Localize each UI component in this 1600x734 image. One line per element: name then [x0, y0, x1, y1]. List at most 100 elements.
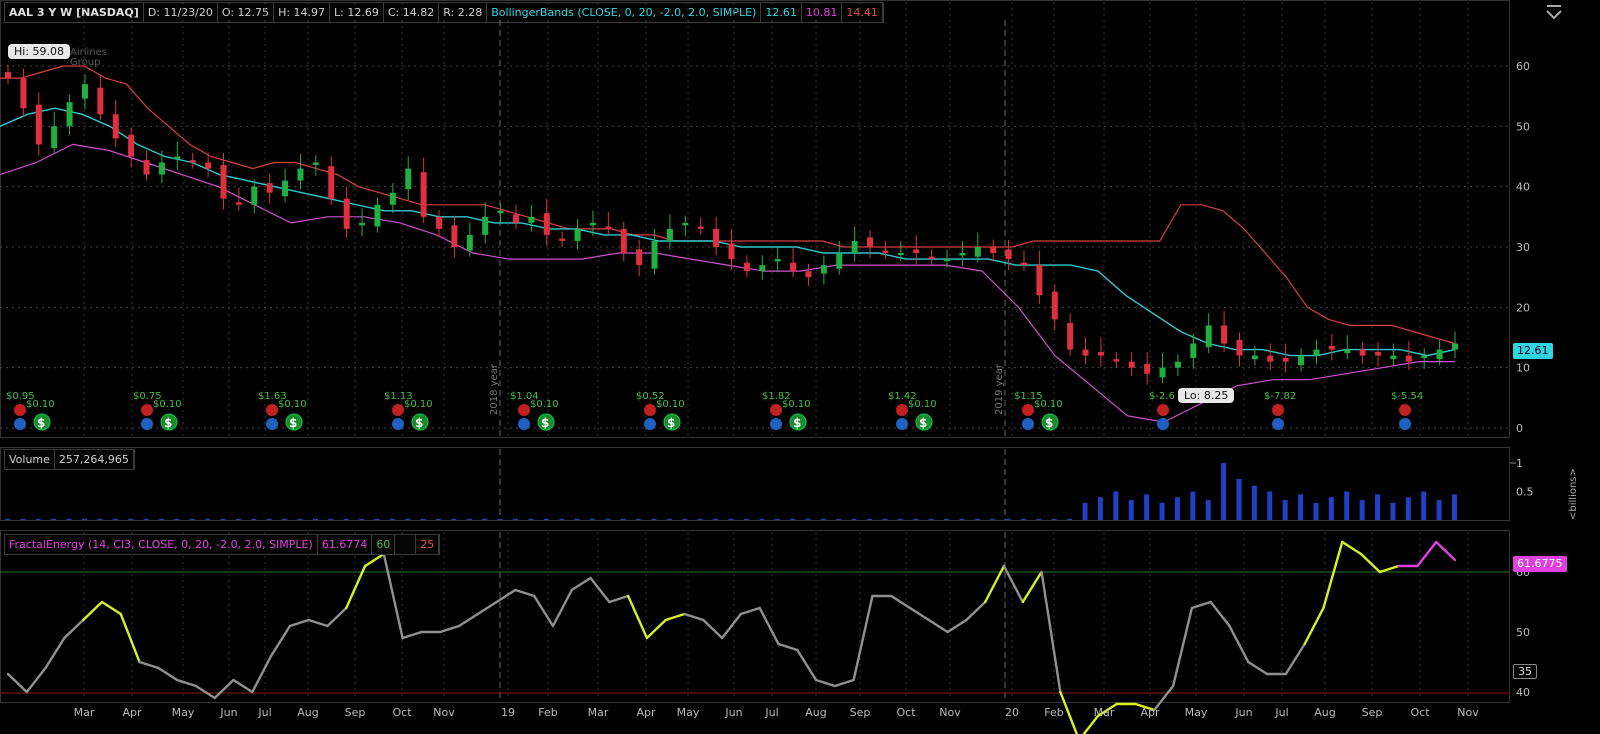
volume-bar: [189, 518, 195, 520]
x-tick-label: Mar: [1094, 706, 1115, 719]
x-tick-label: Jun: [1234, 706, 1252, 719]
fe-segment: [382, 552, 404, 640]
fe-segment: [1322, 540, 1344, 610]
fe-segment: [1303, 606, 1325, 646]
fe-segment: [138, 660, 160, 670]
volume-bar: [97, 518, 103, 520]
candle-body: [359, 222, 366, 226]
fe-segment: [307, 618, 329, 628]
volume-bar: [928, 518, 934, 520]
earnings-info-icon: [1157, 418, 1169, 430]
candle-body: [774, 259, 781, 262]
fe-study-label[interactable]: FractalEnergy (14, CI3, CLOSE, 0, 20, -2…: [5, 535, 318, 554]
candle-body: [589, 222, 596, 226]
volume-bar: [1190, 491, 1196, 520]
earnings-info-icon: [644, 418, 656, 430]
dividend-icon-glyph: $: [289, 416, 297, 430]
price-tick-label: 50: [1516, 120, 1530, 133]
volume-bar: [589, 518, 595, 520]
fe-segment: [1040, 570, 1062, 694]
volume-bar: [913, 518, 919, 520]
volume-bar: [1390, 502, 1396, 520]
fe-segment: [908, 606, 931, 622]
x-tick-label: Jul: [764, 706, 778, 719]
earnings-info-icon: [1022, 418, 1034, 430]
volume-bar: [1005, 518, 1011, 520]
x-tick-label: Sep: [1362, 706, 1383, 719]
volume-bar: [1144, 494, 1150, 520]
candle-body: [282, 180, 289, 197]
volume-bar: [81, 518, 87, 520]
fe-segment: [683, 612, 705, 622]
volume-bar: [1051, 518, 1057, 520]
volume-bar: [1159, 502, 1165, 520]
volume-bar: [1328, 497, 1334, 520]
fe-segment: [44, 636, 66, 670]
candle-body: [867, 237, 874, 247]
candle-body: [620, 228, 627, 254]
earnings-eps: $-5.54: [1391, 391, 1423, 402]
candle-body: [1236, 339, 1243, 356]
dividend-value: $0.10: [530, 399, 559, 410]
x-tick-label: Sep: [850, 706, 871, 719]
candle-body: [728, 243, 735, 260]
dividend-value: $0.10: [656, 399, 685, 410]
candle-body: [343, 198, 350, 229]
fe-segment: [288, 618, 310, 628]
fe-segment: [213, 678, 235, 700]
earnings-icon: [141, 404, 153, 416]
candle-body: [328, 166, 335, 199]
candle-body: [1251, 355, 1258, 360]
candle-body: [220, 164, 227, 199]
dividend-icon-glyph: $: [164, 416, 172, 430]
candle-body: [1082, 349, 1089, 356]
volume-bar: [805, 518, 811, 520]
fe-segment: [175, 678, 198, 688]
x-tick-label: Apr: [122, 706, 142, 719]
volume-bar: [174, 518, 180, 520]
fe-segment: [1209, 600, 1231, 628]
volume-bar: [297, 518, 303, 520]
candle-body: [5, 72, 11, 79]
dividend-icon-glyph: $: [793, 416, 801, 430]
candle-body: [651, 240, 658, 269]
volume-bar: [451, 518, 457, 520]
x-tick-label: Jun: [219, 706, 237, 719]
volume-bar: [774, 518, 780, 520]
fe-segment: [1171, 606, 1194, 688]
x-tick-label: Oct: [392, 706, 412, 719]
fe-segment: [476, 600, 498, 616]
volume-label[interactable]: Volume: [5, 450, 55, 469]
chart-canvas[interactable]: 2018 year 2019 year $0.95$0.10$$0.75$0.10…: [0, 0, 1600, 734]
volume-bar: [389, 518, 395, 520]
volume-bar: [1036, 518, 1042, 520]
fe-segment: [796, 648, 818, 682]
x-tick-label: Feb: [538, 706, 557, 719]
fe-segment: [833, 678, 855, 688]
volume-bar: [851, 518, 857, 520]
volume-bar: [158, 518, 164, 520]
fe-segment: [532, 594, 555, 628]
volume-bar: [1236, 478, 1242, 520]
grid: [0, 2, 1509, 700]
volume-bar: [436, 518, 442, 520]
fe-segment: [589, 576, 611, 604]
earnings-info-icon: [896, 418, 908, 430]
volume-bar: [66, 518, 72, 520]
volume-bar: [651, 518, 657, 520]
bb-middle-line: [0, 107, 1456, 357]
fe-segment: [890, 594, 912, 610]
fe-segment: [626, 594, 649, 640]
volume-bars: [5, 462, 1516, 520]
x-tick-label: Apr: [636, 706, 656, 719]
candle-body: [158, 162, 165, 175]
candle-body: [251, 186, 258, 205]
volume-bar: [1313, 502, 1319, 520]
fe-segment: [1002, 564, 1024, 604]
volume-bar: [312, 518, 318, 520]
candle-body: [436, 216, 443, 229]
earnings-info-icon: [518, 418, 530, 430]
volume-bar: [743, 518, 749, 520]
fe-segment: [439, 624, 461, 634]
candle-body: [574, 228, 581, 241]
